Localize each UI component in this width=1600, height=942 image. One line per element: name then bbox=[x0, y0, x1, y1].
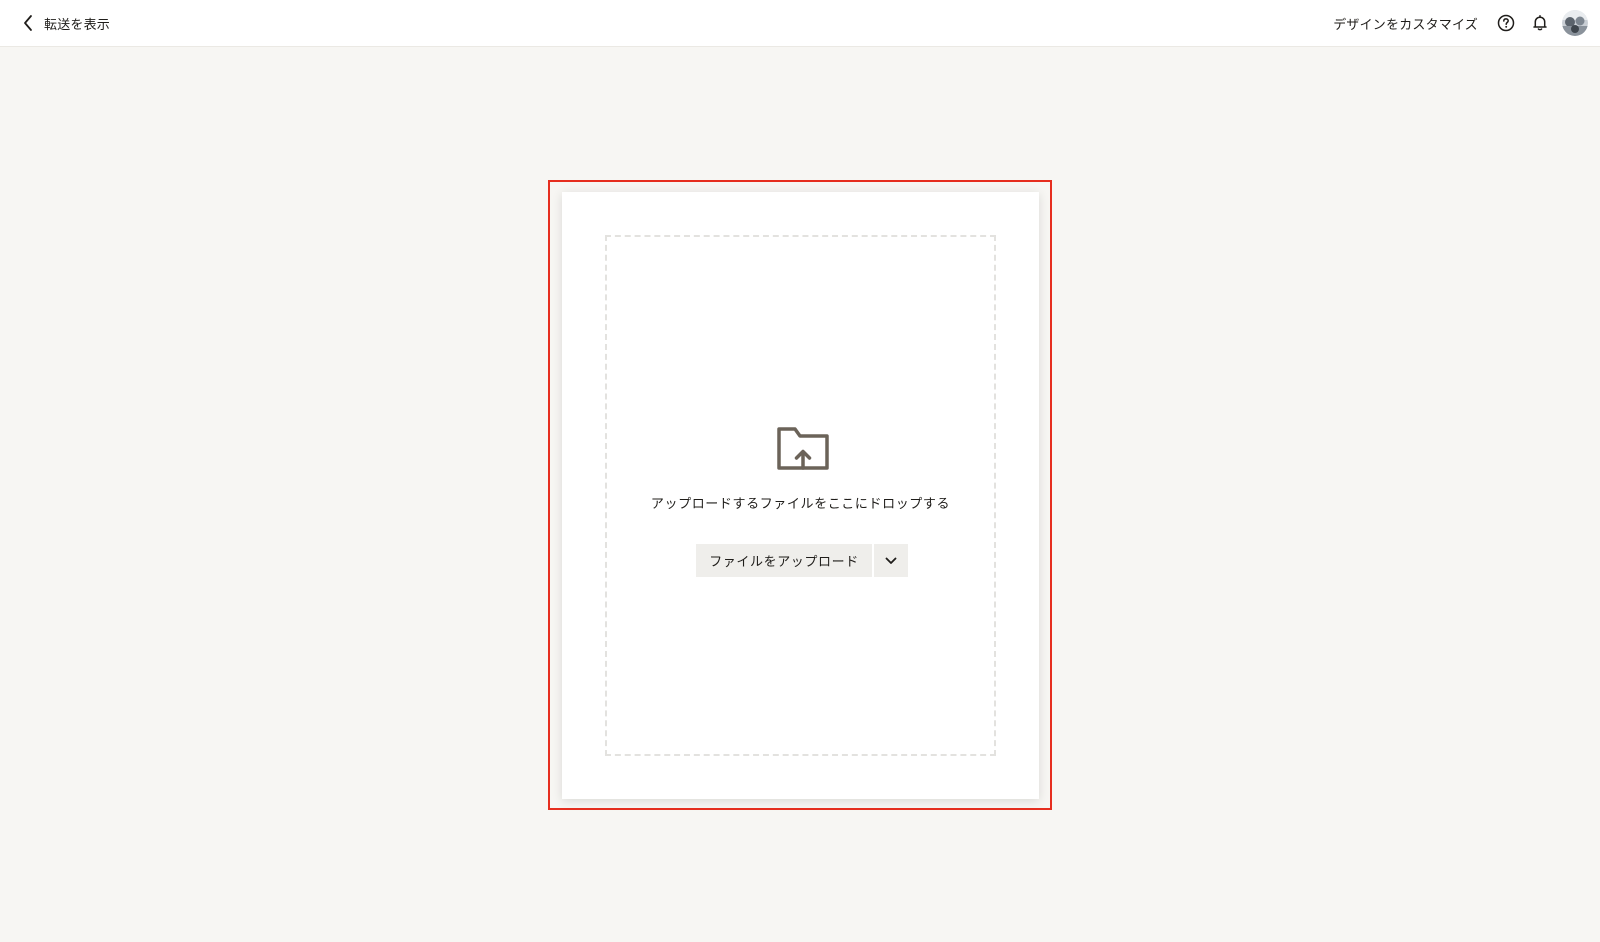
help-button[interactable] bbox=[1494, 11, 1518, 35]
user-avatar[interactable] bbox=[1562, 10, 1588, 36]
bell-icon bbox=[1533, 15, 1547, 31]
back-link-label: 転送を表示 bbox=[44, 17, 111, 33]
folder-upload-icon bbox=[777, 427, 829, 470]
upload-files-button[interactable]: ファイルをアップロード bbox=[696, 544, 872, 577]
drop-hint-text: アップロードするファイルをここにドロップする bbox=[650, 497, 951, 512]
upload-button-group: ファイルをアップロード bbox=[696, 544, 908, 577]
notifications-button[interactable] bbox=[1528, 11, 1552, 35]
chevron-left-icon bbox=[24, 15, 32, 31]
header-tools: デザインをカスタマイズ bbox=[1333, 8, 1588, 38]
chevron-down-icon bbox=[885, 557, 897, 564]
customize-design-link[interactable]: デザインをカスタマイズ bbox=[1333, 14, 1478, 33]
avatar-image bbox=[1562, 10, 1588, 36]
upload-card: アップロードするファイルをここにドロップする ファイルをアップロード bbox=[562, 192, 1039, 799]
top-bar: 転送を表示 デザインをカスタマイズ bbox=[0, 0, 1600, 47]
back-to-transfers-link[interactable]: 転送を表示 bbox=[22, 11, 110, 35]
help-circle-icon bbox=[1497, 14, 1515, 32]
upload-options-button[interactable] bbox=[874, 544, 908, 577]
file-drop-zone[interactable]: アップロードするファイルをここにドロップする ファイルをアップロード bbox=[605, 235, 996, 756]
